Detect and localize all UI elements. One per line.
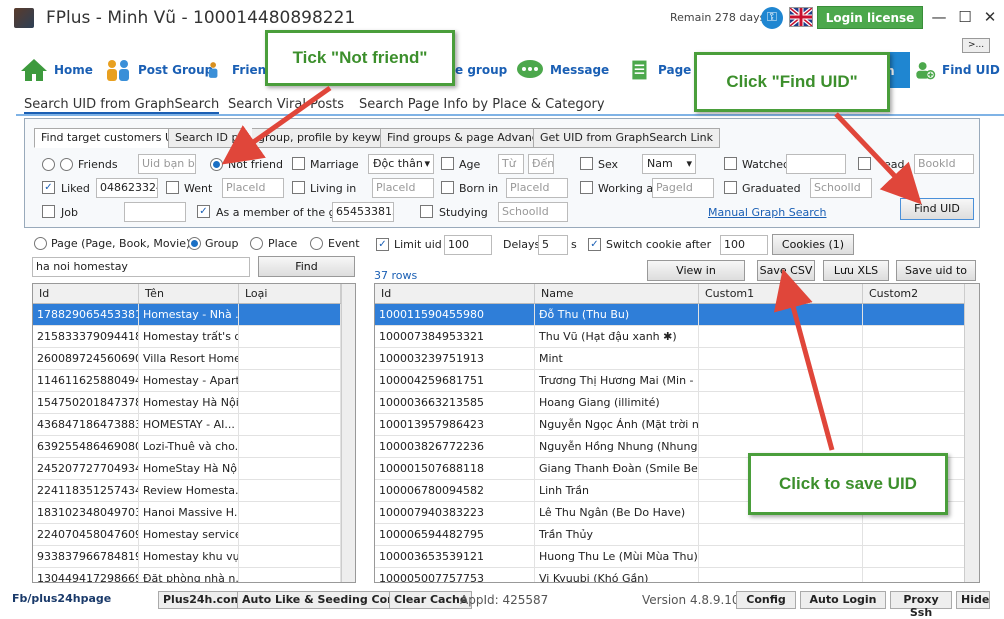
auto-login-button[interactable]: Auto Login — [800, 591, 886, 609]
fb-page-link[interactable]: Fb/plus24hpage — [12, 592, 111, 612]
callout-arrows — [221, 85, 922, 451]
version: Version 4.8.9.10 — [642, 593, 740, 607]
config-button[interactable]: Config — [736, 591, 796, 609]
app-id: AppId: 425587 — [460, 593, 549, 607]
site-button[interactable]: Plus24h.com — [158, 591, 248, 609]
hide-button[interactable]: Hide — [956, 591, 990, 609]
proxy-ssh-button[interactable]: Proxy Ssh — [890, 591, 952, 619]
